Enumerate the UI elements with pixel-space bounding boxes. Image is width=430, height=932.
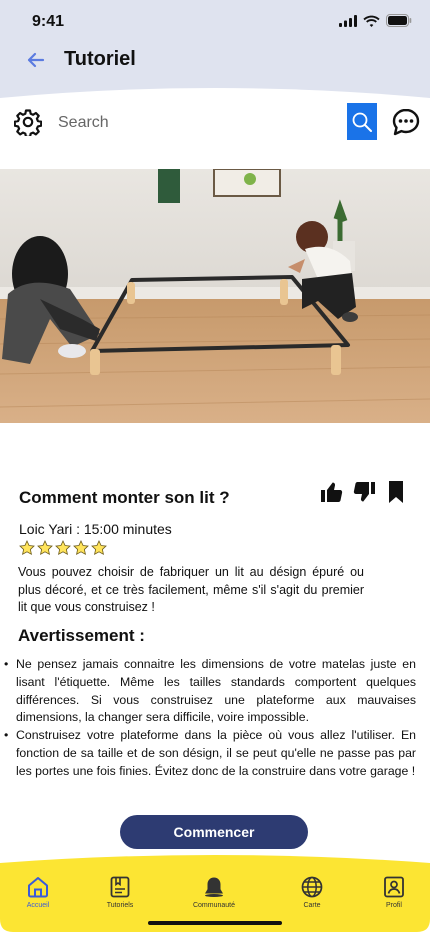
status-bar: 9:41 bbox=[0, 0, 430, 44]
thumbs-up-icon bbox=[321, 482, 343, 502]
star-icon bbox=[91, 540, 107, 555]
battery-icon bbox=[386, 14, 412, 27]
tutorial-intro: Vous pouvez choisir de fabriquer un lit … bbox=[18, 565, 364, 614]
tutorial-actions bbox=[320, 480, 408, 504]
search-icon bbox=[352, 112, 372, 132]
home-indicator bbox=[148, 921, 282, 925]
tab-label: Tutoriels bbox=[106, 902, 134, 909]
tutorial-title: Comment monter son lit ? bbox=[19, 488, 230, 507]
chat-button[interactable] bbox=[391, 107, 421, 137]
chat-bubble-icon bbox=[392, 108, 420, 136]
settings-button[interactable] bbox=[13, 108, 43, 138]
tab-label: Carte bbox=[303, 902, 321, 909]
star-icon bbox=[37, 540, 53, 555]
tab-label: Profil bbox=[386, 902, 402, 909]
bookmark-button[interactable] bbox=[384, 480, 408, 504]
warning-list: Ne pensez jamais connaitre les dimension… bbox=[4, 656, 416, 781]
bell-icon bbox=[205, 877, 223, 897]
tab-communaute[interactable]: Communauté bbox=[179, 875, 249, 915]
tab-accueil[interactable]: Accueil bbox=[3, 875, 73, 915]
status-icons bbox=[339, 14, 412, 27]
author-duration: Loic Yari : 15:00 minutes bbox=[19, 521, 172, 537]
tab-carte[interactable]: Carte bbox=[277, 875, 347, 915]
star-icon bbox=[55, 540, 71, 555]
tab-label: Communauté bbox=[192, 902, 236, 909]
tab-tutoriels[interactable]: Tutoriels bbox=[85, 875, 155, 915]
bed-assembly-photo bbox=[0, 169, 430, 423]
wifi-icon bbox=[363, 15, 380, 27]
signal-icon bbox=[339, 14, 357, 27]
tab-profil[interactable]: Profil bbox=[359, 875, 429, 915]
warning-title: Avertissement : bbox=[18, 626, 145, 645]
home-icon bbox=[28, 877, 48, 898]
back-button[interactable] bbox=[24, 48, 48, 72]
like-button[interactable] bbox=[320, 480, 344, 504]
warning-item: Ne pensez jamais connaitre les dimension… bbox=[4, 656, 416, 727]
globe-icon bbox=[301, 876, 323, 898]
rating-stars bbox=[19, 540, 107, 556]
thumbs-down-icon bbox=[353, 482, 375, 502]
arrow-left-icon bbox=[27, 52, 45, 68]
search-button[interactable] bbox=[347, 103, 377, 140]
search-bar bbox=[0, 100, 430, 146]
status-time: 9:41 bbox=[32, 13, 65, 30]
tutorials-icon bbox=[110, 876, 130, 898]
star-icon bbox=[73, 540, 89, 555]
gear-icon bbox=[13, 109, 43, 138]
star-icon bbox=[19, 540, 35, 555]
tutorial-photo bbox=[0, 169, 430, 423]
bookmark-icon bbox=[389, 481, 403, 503]
start-button[interactable]: Commencer bbox=[120, 815, 308, 849]
page-title: Tutoriel bbox=[64, 48, 136, 70]
profile-icon bbox=[384, 876, 404, 898]
search-input[interactable] bbox=[52, 106, 342, 140]
tab-label: Accueil bbox=[26, 902, 50, 909]
warning-item: Construisez votre plateforme dans la piè… bbox=[4, 727, 416, 780]
dislike-button[interactable] bbox=[352, 480, 376, 504]
nav-bar: Tutoriel bbox=[0, 40, 430, 80]
